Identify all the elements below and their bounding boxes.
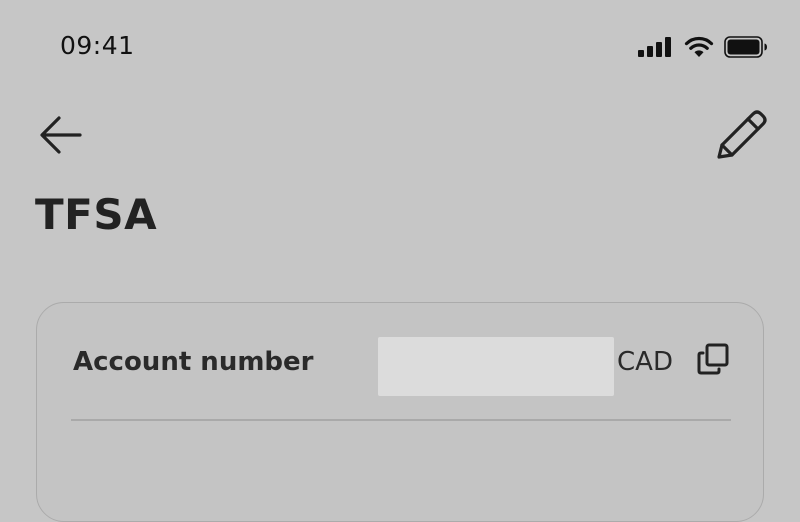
edit-button[interactable] <box>708 108 772 168</box>
copy-icon <box>696 342 730 380</box>
page-title: TFSA <box>35 190 158 239</box>
account-details-card: Account number CAD <box>36 302 764 522</box>
divider <box>71 419 731 421</box>
wifi-icon <box>684 36 714 62</box>
copy-account-number-button[interactable] <box>691 339 735 383</box>
account-number-label: Account number <box>73 347 314 377</box>
cellular-signal-icon <box>638 37 674 61</box>
account-number-masked-value <box>378 337 614 396</box>
pencil-icon <box>710 107 770 169</box>
battery-icon <box>724 36 768 62</box>
status-icons <box>638 36 768 62</box>
status-time: 09:41 <box>60 31 135 60</box>
arrow-left-icon <box>37 113 83 161</box>
currency-label: CAD <box>617 347 673 377</box>
status-bar: 09:41 <box>0 0 800 95</box>
back-button[interactable] <box>34 113 86 161</box>
